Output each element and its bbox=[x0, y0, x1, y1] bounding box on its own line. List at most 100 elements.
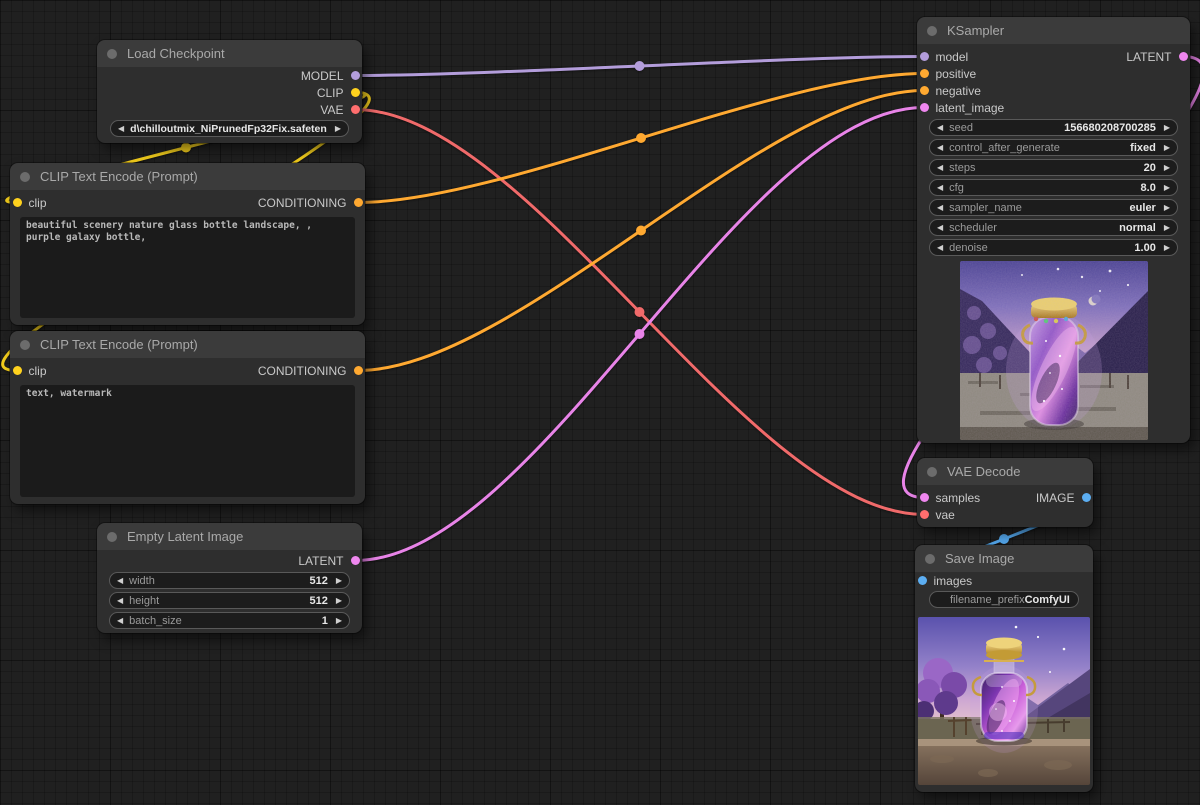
node-titlebar[interactable]: Load Checkpoint bbox=[97, 40, 362, 67]
ckpt-name-widget[interactable]: ◀ d\chilloutmix_NiPrunedFp32Fix.safetens… bbox=[110, 120, 349, 137]
decrement-arrow-icon[interactable]: ◀ bbox=[937, 184, 943, 192]
widget-value: normal bbox=[1111, 222, 1156, 234]
widget-scheduler[interactable]: ◀schedulernormal▶ bbox=[929, 219, 1178, 236]
widget-label: height bbox=[129, 595, 159, 607]
widget-label: cfg bbox=[949, 182, 964, 194]
prev-arrow-icon[interactable]: ◀ bbox=[118, 125, 124, 133]
widget-value: euler bbox=[1122, 202, 1156, 214]
widget-sampler-name[interactable]: ◀sampler_nameeuler▶ bbox=[929, 199, 1178, 216]
input-port-negative[interactable] bbox=[920, 86, 929, 95]
input-port-model[interactable] bbox=[920, 52, 929, 61]
node-clip-text-encode-negative[interactable]: CLIP Text Encode (Prompt) clip CONDITION… bbox=[10, 331, 365, 504]
input-port-clip[interactable] bbox=[13, 198, 22, 207]
link-midpoint-dot-clip-to-positive bbox=[181, 143, 191, 153]
widget-control-after-generate[interactable]: ◀ control_after_generate fixed ▶ bbox=[929, 139, 1178, 156]
node-titlebar[interactable]: CLIP Text Encode (Prompt) bbox=[10, 163, 365, 190]
link-midpoint-dot-empty-latent bbox=[635, 329, 645, 339]
collapse-dot[interactable] bbox=[927, 467, 937, 477]
link-midpoint-dot-image bbox=[999, 534, 1009, 544]
output-port-latent[interactable] bbox=[1179, 52, 1188, 61]
increment-arrow-icon[interactable]: ▶ bbox=[336, 597, 342, 605]
widget-cfg[interactable]: ◀ cfg 8.0 ▶ bbox=[929, 179, 1178, 196]
collapse-dot[interactable] bbox=[927, 26, 937, 36]
node-ksampler[interactable]: KSampler model LATENT positive negative … bbox=[917, 17, 1190, 443]
next-arrow-icon[interactable]: ▶ bbox=[1164, 204, 1170, 212]
next-arrow-icon[interactable]: ▶ bbox=[1164, 224, 1170, 232]
increment-arrow-icon[interactable]: ▶ bbox=[336, 577, 342, 585]
input-port-vae[interactable] bbox=[920, 510, 929, 519]
input-port-latent-image[interactable] bbox=[920, 103, 929, 112]
input-port-samples[interactable] bbox=[920, 493, 929, 502]
collapse-dot[interactable] bbox=[107, 49, 117, 59]
widget-value: fixed bbox=[1122, 142, 1156, 154]
increment-arrow-icon[interactable]: ▶ bbox=[1164, 244, 1170, 252]
next-arrow-icon[interactable]: ▶ bbox=[335, 125, 341, 133]
node-save-image[interactable]: Save Image images filename_prefix ComfyU… bbox=[915, 545, 1093, 792]
decrement-arrow-icon[interactable]: ◀ bbox=[937, 244, 943, 252]
node-titlebar[interactable]: VAE Decode bbox=[917, 458, 1093, 485]
decrement-arrow-icon[interactable]: ◀ bbox=[937, 164, 943, 172]
node-vae-decode[interactable]: VAE Decode samples IMAGE vae bbox=[917, 458, 1093, 527]
node-clip-text-encode-positive[interactable]: CLIP Text Encode (Prompt) clip CONDITION… bbox=[10, 163, 365, 325]
node-empty-latent-image[interactable]: Empty Latent Image LATENT ◀ width 512 ▶ … bbox=[97, 523, 362, 633]
link-midpoint-dot-vae bbox=[635, 307, 645, 317]
widget-width[interactable]: ◀ width 512 ▶ bbox=[109, 572, 350, 589]
collapse-dot[interactable] bbox=[107, 532, 117, 542]
node-titlebar[interactable]: KSampler bbox=[917, 17, 1190, 44]
collapse-dot[interactable] bbox=[925, 554, 935, 564]
input-label-images: images bbox=[934, 574, 973, 588]
node-titlebar[interactable]: Empty Latent Image bbox=[97, 523, 362, 550]
decrement-arrow-icon[interactable]: ◀ bbox=[117, 577, 123, 585]
widget-batch-size[interactable]: ◀ batch_size 1 ▶ bbox=[109, 612, 350, 629]
prev-arrow-icon[interactable]: ◀ bbox=[937, 144, 943, 152]
link-midpoint-dot-negative-conditioning bbox=[636, 226, 646, 236]
widget-denoise[interactable]: ◀denoise1.00▶ bbox=[929, 239, 1178, 256]
node-title: KSampler bbox=[947, 23, 1004, 38]
node-titlebar[interactable]: Save Image bbox=[915, 545, 1093, 572]
output-label-clip: CLIP bbox=[317, 86, 344, 100]
widget-value: 8.0 bbox=[1133, 182, 1156, 194]
node-title: Save Image bbox=[945, 551, 1014, 566]
output-port-model[interactable] bbox=[351, 71, 360, 80]
node-load-checkpoint[interactable]: Load Checkpoint MODEL CLIP VAE ◀ d\chill… bbox=[97, 40, 362, 143]
input-port-images[interactable] bbox=[918, 576, 927, 585]
output-label-image: IMAGE bbox=[1036, 491, 1075, 505]
output-port-conditioning[interactable] bbox=[354, 366, 363, 375]
input-port-positive[interactable] bbox=[920, 69, 929, 78]
widget-seed[interactable]: ◀seed156680208700285▶ bbox=[929, 119, 1178, 136]
input-label-latent-image: latent_image bbox=[936, 101, 1005, 115]
next-arrow-icon[interactable]: ▶ bbox=[1164, 144, 1170, 152]
link-midpoint-dot-positive-conditioning bbox=[636, 133, 646, 143]
input-port-clip[interactable] bbox=[13, 366, 22, 375]
prev-arrow-icon[interactable]: ◀ bbox=[937, 204, 943, 212]
increment-arrow-icon[interactable]: ▶ bbox=[1164, 164, 1170, 172]
prompt-textarea[interactable]: beautiful scenery nature glass bottle la… bbox=[20, 217, 355, 318]
node-canvas[interactable]: Load Checkpoint MODEL CLIP VAE ◀ d\chill… bbox=[0, 0, 1200, 805]
decrement-arrow-icon[interactable]: ◀ bbox=[117, 617, 123, 625]
node-titlebar[interactable]: CLIP Text Encode (Prompt) bbox=[10, 331, 365, 358]
output-port-clip[interactable] bbox=[351, 88, 360, 97]
output-port-conditioning[interactable] bbox=[354, 198, 363, 207]
output-port-vae[interactable] bbox=[351, 105, 360, 114]
output-port-image[interactable] bbox=[1082, 493, 1091, 502]
decrement-arrow-icon[interactable]: ◀ bbox=[937, 124, 943, 132]
widget-value: 1.00 bbox=[1126, 242, 1155, 254]
widget-steps[interactable]: ◀steps20▶ bbox=[929, 159, 1178, 176]
increment-arrow-icon[interactable]: ▶ bbox=[336, 617, 342, 625]
node-title: Load Checkpoint bbox=[127, 46, 225, 61]
collapse-dot[interactable] bbox=[20, 340, 30, 350]
output-label-conditioning: CONDITIONING bbox=[258, 364, 347, 378]
input-label-clip: clip bbox=[29, 196, 47, 210]
widget-filename-prefix[interactable]: filename_prefix ComfyUI bbox=[929, 591, 1079, 608]
prev-arrow-icon[interactable]: ◀ bbox=[937, 224, 943, 232]
widget-height[interactable]: ◀ height 512 ▶ bbox=[109, 592, 350, 609]
output-port-latent[interactable] bbox=[351, 556, 360, 565]
link-midpoint-dot-model bbox=[635, 61, 645, 71]
decrement-arrow-icon[interactable]: ◀ bbox=[117, 597, 123, 605]
widget-value: 512 bbox=[301, 575, 327, 587]
collapse-dot[interactable] bbox=[20, 172, 30, 182]
increment-arrow-icon[interactable]: ▶ bbox=[1164, 184, 1170, 192]
prompt-textarea[interactable]: text, watermark bbox=[20, 385, 355, 497]
widget-label: control_after_generate bbox=[949, 142, 1060, 154]
increment-arrow-icon[interactable]: ▶ bbox=[1164, 124, 1170, 132]
